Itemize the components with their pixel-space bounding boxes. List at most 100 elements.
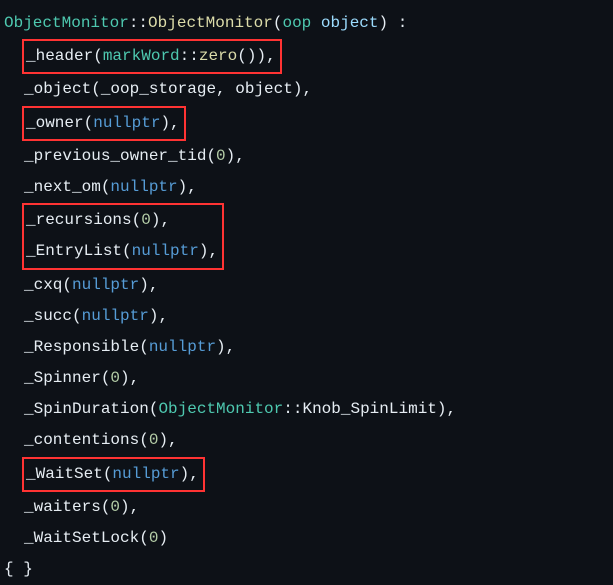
paren: (: [93, 47, 103, 65]
member: _object: [24, 80, 91, 98]
comma: ,: [216, 80, 235, 98]
space: [311, 14, 321, 32]
number: 0: [110, 369, 120, 387]
keyword-nullptr: nullptr: [132, 242, 199, 260]
keyword-nullptr: nullptr: [72, 276, 139, 294]
paren: (: [139, 529, 149, 547]
arg: object: [235, 80, 293, 98]
number: 0: [149, 529, 159, 547]
member: _SpinDuration: [24, 400, 149, 418]
comma: ,: [189, 465, 199, 483]
comma: ,: [130, 369, 140, 387]
member: _Responsible: [24, 338, 139, 356]
comma: ,: [187, 178, 197, 196]
paren: (: [237, 47, 247, 65]
comma: ,: [235, 147, 245, 165]
param-name: object: [321, 14, 379, 32]
body-braces: { }: [4, 560, 33, 578]
highlight-box: _recursions(0),_EntryList(nullptr),: [22, 203, 224, 269]
code-line: _SpinDuration(ObjectMonitor::Knob_SpinLi…: [4, 394, 609, 425]
class-name: ObjectMonitor: [158, 400, 283, 418]
paren: (: [91, 80, 101, 98]
paren: (: [132, 211, 142, 229]
code-line: _object(_oop_storage, object),: [4, 74, 609, 105]
highlight-box: _header(markWord::zero()),: [22, 39, 282, 74]
member: _WaitSet: [26, 465, 103, 483]
paren: ): [158, 529, 168, 547]
member: _cxq: [24, 276, 62, 294]
paren: (: [101, 178, 111, 196]
class-name: ObjectMonitor: [4, 14, 129, 32]
member: _waiters: [24, 498, 101, 516]
code-line: _succ(nullptr),: [4, 301, 609, 332]
member: _recursions: [26, 211, 132, 229]
code-line: _cxq(nullptr),: [4, 270, 609, 301]
paren: (: [122, 242, 132, 260]
code-line: _next_om(nullptr),: [4, 172, 609, 203]
code-line: _waiters(0),: [4, 492, 609, 523]
ctor-name: ObjectMonitor: [148, 14, 273, 32]
member: _previous_owner_tid: [24, 147, 206, 165]
comma: ,: [208, 242, 218, 260]
paren: ): [149, 307, 159, 325]
member: _contentions: [24, 431, 139, 449]
number: 0: [216, 147, 226, 165]
paren: (: [101, 498, 111, 516]
highlight-box: _owner(nullptr),: [22, 106, 186, 141]
code-line: _Spinner(0),: [4, 363, 609, 394]
class-name: markWord: [103, 47, 180, 65]
code-line: _recursions(0),_EntryList(nullptr),: [4, 203, 609, 269]
comma: ,: [226, 338, 236, 356]
highlight-box: _WaitSet(nullptr),: [22, 457, 205, 492]
member: _EntryList: [26, 242, 122, 260]
code-block: ObjectMonitor::ObjectMonitor(oop object)…: [4, 8, 609, 585]
keyword-nullptr: nullptr: [82, 307, 149, 325]
code-line: _WaitSetLock(0): [4, 523, 609, 554]
paren: (: [62, 276, 72, 294]
member: _header: [26, 47, 93, 65]
comma: ,: [447, 400, 457, 418]
paren: ): [437, 400, 447, 418]
comma: ,: [168, 431, 178, 449]
code-line: ObjectMonitor::ObjectMonitor(oop object)…: [4, 8, 609, 39]
paren: ): [216, 338, 226, 356]
paren: (: [72, 307, 82, 325]
paren: ): [180, 465, 190, 483]
member: _Spinner: [24, 369, 101, 387]
comma: ,: [160, 211, 170, 229]
scope-op: ::: [129, 14, 148, 32]
paren: ): [139, 276, 149, 294]
param-type: oop: [282, 14, 311, 32]
code-line: _previous_owner_tid(0),: [4, 141, 609, 172]
paren: ): [160, 114, 170, 132]
paren: ): [199, 242, 209, 260]
paren: (: [149, 400, 159, 418]
code-line: _WaitSet(nullptr),: [4, 457, 609, 492]
keyword-nullptr: nullptr: [93, 114, 160, 132]
number: 0: [110, 498, 120, 516]
member: _owner: [26, 114, 84, 132]
colon: :: [388, 14, 407, 32]
paren: ): [158, 431, 168, 449]
comma: ,: [130, 498, 140, 516]
code-line: { }: [4, 554, 609, 585]
code-line: _owner(nullptr),: [4, 106, 609, 141]
comma: ,: [170, 114, 180, 132]
scope-op: ::: [283, 400, 302, 418]
arg: _oop_storage: [101, 80, 216, 98]
keyword-nullptr: nullptr: [110, 178, 177, 196]
paren: ): [151, 211, 161, 229]
comma: ,: [266, 47, 276, 65]
code-line: _contentions(0),: [4, 425, 609, 456]
paren: ): [256, 47, 266, 65]
paren: ): [226, 147, 236, 165]
paren: ): [178, 178, 188, 196]
keyword-nullptr: nullptr: [149, 338, 216, 356]
paren: (: [103, 465, 113, 483]
paren: ): [120, 498, 130, 516]
number: 0: [149, 431, 159, 449]
scope-op: ::: [180, 47, 199, 65]
member: _succ: [24, 307, 72, 325]
comma: ,: [302, 80, 312, 98]
paren: (: [84, 114, 94, 132]
